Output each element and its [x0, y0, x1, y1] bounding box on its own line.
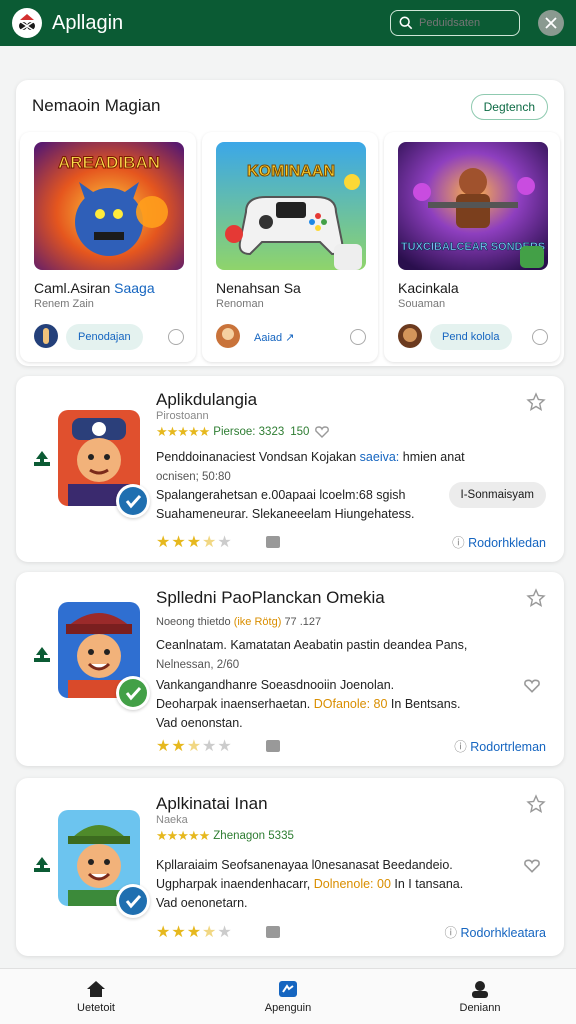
apps-icon	[279, 980, 297, 997]
install-button[interactable]: I-Sonmaisyam	[448, 482, 546, 508]
game-action-button[interactable]: Aaiad ↗	[248, 324, 300, 350]
nav-item-home[interactable]: Uetetoit	[0, 969, 192, 1024]
rating-bar: ★★★★★	[156, 534, 233, 551]
app-icon[interactable]	[58, 602, 150, 710]
developer-avatar	[398, 324, 422, 348]
section-title: Nemaoin Magian	[32, 96, 161, 115]
home-icon	[87, 980, 105, 997]
app-icon[interactable]	[58, 410, 150, 518]
rating-stars-icon: ★★★★★	[156, 424, 210, 439]
developer-avatar	[34, 324, 58, 348]
details-link[interactable]: ⓘ Rodorhkleatara	[445, 922, 546, 941]
nav-item-apps[interactable]: Apenguin	[192, 969, 384, 1024]
app-developer: Naeka	[156, 814, 188, 826]
gift-icon	[266, 926, 280, 938]
art-title: KOMINAAN	[247, 163, 335, 180]
app-name: Splledni PaoPlanckan Omekia	[156, 588, 385, 607]
app-developer: Pirostoann	[156, 410, 209, 422]
nav-item-profile[interactable]: Deniann	[384, 969, 576, 1024]
rating-bar: ★★★★★	[156, 738, 233, 755]
details-link[interactable]: ⓘ Rodortrleman	[454, 736, 546, 755]
download-icon[interactable]	[32, 854, 52, 874]
game-artwork[interactable]: KOMINAAN	[216, 142, 366, 270]
see-more-button[interactable]: Degtench	[470, 94, 548, 120]
featured-game-card[interactable]: KOMINAAN Nenahsan Sa Renoman Aaiad ↗	[202, 132, 378, 362]
app-description: Kpllaraiaim Seofsanenayaa l0nesanasat Be…	[156, 858, 464, 910]
search-input[interactable]	[419, 17, 509, 29]
rating-row: ★★★★★ Zhenagon 5335	[156, 828, 294, 843]
game-artwork[interactable]: AREADIBAN	[34, 142, 184, 270]
favorite-star-icon[interactable]	[526, 392, 546, 412]
verified-badge-icon	[116, 676, 150, 710]
game-title: Caml.Asiran Saaga	[34, 280, 155, 296]
info-icon[interactable]	[350, 329, 366, 345]
download-icon[interactable]	[32, 448, 52, 468]
info-icon[interactable]	[168, 329, 184, 345]
featured-game-card[interactable]: TUXCIBALCEAR SONDERS Kacinkala Souaman P…	[384, 132, 560, 362]
app-name: Aplkinatai Inan	[156, 794, 268, 813]
gift-icon	[266, 536, 280, 548]
bottom-navigation: Uetetoit Apenguin Deniann	[0, 968, 576, 1024]
app-list-card[interactable]: Aplkinatai Inan Naeka ★★★★★ Zhenagon 533…	[16, 778, 564, 956]
favorite-star-icon[interactable]	[526, 588, 546, 608]
app-list-card[interactable]: Splledni PaoPlanckan Omekia Noeong thiet…	[16, 572, 564, 766]
developer-avatar	[216, 324, 240, 348]
gift-icon	[266, 740, 280, 752]
verified-badge-icon	[116, 484, 150, 518]
featured-game-card[interactable]: AREADIBAN Caml.Asiran Saaga Renem Zain P…	[20, 132, 196, 362]
game-subtitle: Souaman	[398, 298, 446, 310]
app-logo-icon[interactable]	[12, 8, 42, 38]
game-subtitle: Renem Zain	[34, 298, 94, 310]
app-description-detail: Vankangandhanre Soeasdnooiin Joenolan. D…	[156, 678, 461, 730]
search-icon	[399, 16, 413, 30]
game-subtitle: Renoman	[216, 298, 264, 310]
game-action-button[interactable]: Pend kolola	[430, 324, 512, 350]
rating-stars-icon: ★★★★★	[156, 828, 210, 843]
app-icon[interactable]	[58, 810, 150, 918]
app-name: Aplikdulangia	[156, 390, 258, 409]
details-link[interactable]: ⓘ Rodorhkledan	[452, 532, 546, 551]
game-title: Nenahsan Sa	[216, 280, 301, 296]
heart-icon[interactable]	[524, 678, 540, 694]
game-action-button[interactable]: Penodajan	[66, 324, 143, 350]
heart-icon	[315, 426, 330, 438]
heart-icon[interactable]	[524, 858, 540, 874]
rating-row: ★★★★★ Piersoe: 3323 150	[156, 424, 330, 440]
close-icon	[545, 17, 557, 29]
featured-games-section: Nemaoin Magian Degtench AREADIBAN Caml.A…	[16, 80, 564, 366]
rating-bar: ★★★★★	[156, 924, 233, 941]
download-icon[interactable]	[32, 644, 52, 664]
favorite-star-icon[interactable]	[526, 794, 546, 814]
info-icon[interactable]	[532, 329, 548, 345]
app-header: Apllagin	[0, 0, 576, 46]
game-artwork[interactable]: TUXCIBALCEAR SONDERS	[398, 142, 548, 270]
art-title: AREADIBAN	[58, 153, 160, 172]
app-description: Ceanlnatam. Kamatatan Aeabatin pastin de…	[156, 638, 468, 671]
verified-badge-icon	[116, 884, 150, 918]
close-button[interactable]	[538, 10, 564, 36]
app-list-card[interactable]: Aplikdulangia Pirostoann ★★★★★ Piersoe: …	[16, 376, 564, 562]
app-description-detail: Spalangerahetsan e.00apaai lcoelm:68 sgi…	[156, 488, 415, 521]
profile-icon	[472, 980, 488, 998]
app-title: Apllagin	[52, 11, 124, 34]
app-developer: Noeong thietdo (ike Rötg) 77 .127	[156, 616, 322, 628]
game-title: Kacinkala	[398, 280, 459, 296]
search-box[interactable]	[390, 10, 520, 36]
